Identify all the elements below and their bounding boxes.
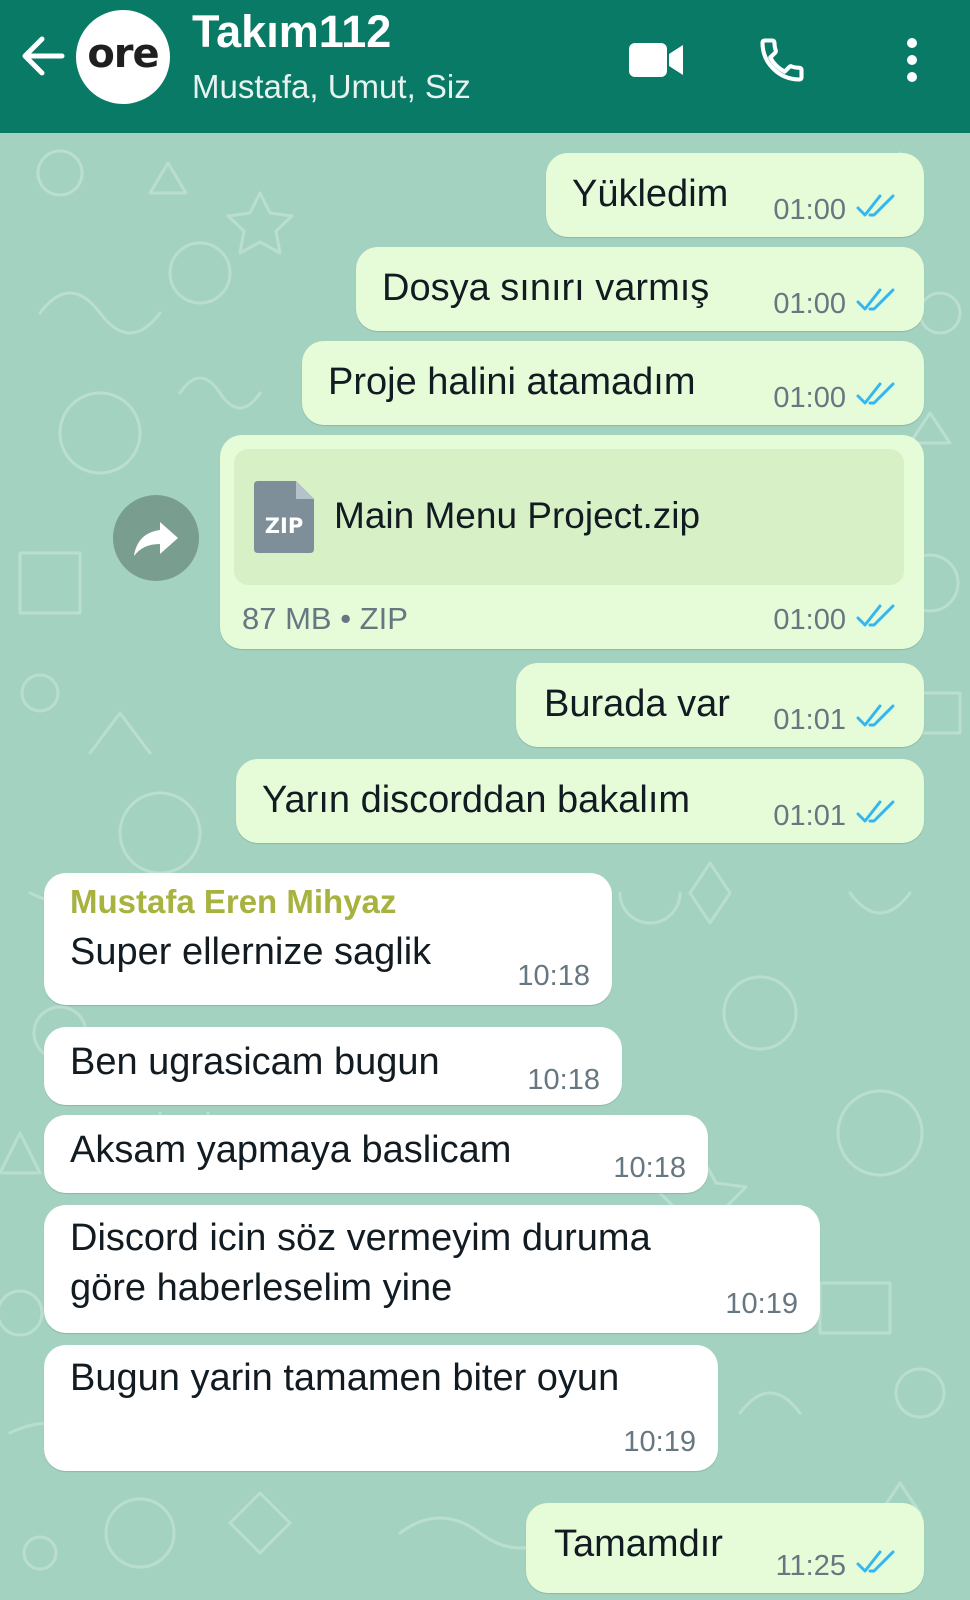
message-meta: 01:00 bbox=[773, 603, 900, 637]
message-text: Ben ugrasicam bugun bbox=[70, 1041, 440, 1083]
file-message-bubble[interactable]: ZIP Main Menu Project.zip 87 MB • ZIP 01… bbox=[220, 435, 924, 649]
message-text: Super ellernize saglik bbox=[70, 931, 432, 973]
message-meta: 10:19 bbox=[623, 1426, 696, 1459]
message-text-line1: Discord icin söz vermeyim duruma bbox=[70, 1217, 651, 1259]
message-time: 01:00 bbox=[773, 603, 846, 636]
forward-button[interactable] bbox=[113, 495, 199, 581]
message-meta: 01:01 bbox=[773, 799, 900, 833]
message-time: 10:18 bbox=[517, 960, 590, 992]
message-time: 01:01 bbox=[773, 703, 846, 736]
message-time: 01:00 bbox=[773, 193, 846, 226]
message-time: 01:01 bbox=[773, 799, 846, 832]
message-meta: 11:25 bbox=[776, 1549, 900, 1583]
voice-call-button[interactable] bbox=[750, 28, 814, 92]
incoming-message-bubble[interactable]: Discord icin söz vermeyim duruma göre ha… bbox=[44, 1205, 820, 1333]
zip-file-badge: ZIP bbox=[265, 514, 303, 538]
read-receipt-icon bbox=[856, 703, 900, 737]
chat-message-list[interactable]: Yükledim 01:00 Dosya sınırı varmış 01:00… bbox=[0, 133, 970, 1600]
zip-file-icon: ZIP bbox=[254, 481, 314, 553]
more-options-icon bbox=[907, 38, 917, 82]
message-text: Aksam yapmaya baslicam bbox=[70, 1129, 512, 1171]
incoming-message-bubble[interactable]: Bugun yarin tamamen biter oyun 10:19 bbox=[44, 1345, 718, 1471]
message-text-line2: göre haberleselim yine bbox=[70, 1267, 453, 1309]
message-meta: 01:01 bbox=[773, 703, 900, 737]
outgoing-message-bubble[interactable]: Proje halini atamadım 01:00 bbox=[302, 341, 924, 425]
outgoing-message-bubble[interactable]: Yarın discorddan bakalım 01:01 bbox=[236, 759, 924, 843]
forward-share-icon bbox=[134, 522, 178, 556]
back-arrow-icon bbox=[22, 36, 65, 76]
message-time: 10:18 bbox=[527, 1064, 600, 1096]
message-text: Yükledim bbox=[572, 173, 729, 215]
read-receipt-icon bbox=[856, 603, 900, 637]
message-time: 01:00 bbox=[773, 381, 846, 414]
message-time: 10:18 bbox=[613, 1152, 686, 1184]
sender-name[interactable]: Mustafa Eren Mihyaz bbox=[70, 883, 396, 921]
message-time: 10:19 bbox=[725, 1288, 798, 1320]
read-receipt-icon bbox=[856, 381, 900, 415]
message-text: Bugun yarin tamamen biter oyun bbox=[70, 1357, 620, 1399]
incoming-message-bubble[interactable]: Aksam yapmaya baslicam 10:18 bbox=[44, 1115, 708, 1193]
back-button[interactable] bbox=[16, 30, 68, 82]
message-meta: 10:18 bbox=[613, 1152, 686, 1185]
message-text: Burada var bbox=[544, 683, 730, 725]
message-meta: 10:19 bbox=[725, 1288, 798, 1321]
outgoing-message-bubble[interactable]: Yükledim 01:00 bbox=[546, 153, 924, 237]
message-time: 01:00 bbox=[773, 287, 846, 320]
message-text: Proje halini atamadım bbox=[328, 361, 696, 403]
read-receipt-icon bbox=[856, 287, 900, 321]
incoming-message-bubble[interactable]: Ben ugrasicam bugun 10:18 bbox=[44, 1027, 622, 1105]
file-size-type: 87 MB • ZIP bbox=[242, 601, 408, 636]
video-call-button[interactable] bbox=[624, 28, 688, 92]
incoming-message-bubble[interactable]: Mustafa Eren Mihyaz Super ellernize sagl… bbox=[44, 873, 612, 1005]
group-avatar[interactable]: ore bbox=[76, 10, 170, 104]
outgoing-message-bubble[interactable]: Tamamdır 11:25 bbox=[526, 1503, 924, 1593]
chat-header: ore Takım112 Mustafa, Umut, Siz bbox=[0, 0, 970, 133]
message-meta: 01:00 bbox=[773, 381, 900, 415]
outgoing-message-bubble[interactable]: Burada var 01:01 bbox=[516, 663, 924, 747]
file-name: Main Menu Project.zip bbox=[334, 495, 701, 536]
avatar-logo-text: ore bbox=[87, 31, 159, 77]
more-options-button[interactable] bbox=[880, 28, 944, 92]
message-time: 11:25 bbox=[775, 1549, 846, 1582]
chat-participants[interactable]: Mustafa, Umut, Siz bbox=[192, 68, 471, 106]
message-meta: 10:18 bbox=[527, 1064, 600, 1097]
video-call-icon bbox=[629, 43, 683, 77]
message-meta: 01:00 bbox=[773, 287, 900, 321]
message-meta: 01:00 bbox=[773, 193, 900, 227]
read-receipt-icon bbox=[856, 193, 900, 227]
message-meta: 10:18 bbox=[517, 960, 590, 993]
message-text: Dosya sınırı varmış bbox=[382, 267, 710, 309]
outgoing-message-bubble[interactable]: Dosya sınırı varmış 01:00 bbox=[356, 247, 924, 331]
voice-call-icon bbox=[760, 38, 804, 82]
chat-title[interactable]: Takım112 bbox=[192, 6, 391, 58]
read-receipt-icon bbox=[856, 799, 900, 833]
file-attachment-card[interactable]: ZIP Main Menu Project.zip bbox=[234, 449, 904, 585]
message-text: Yarın discorddan bakalım bbox=[262, 779, 691, 821]
message-time: 10:19 bbox=[623, 1426, 696, 1458]
read-receipt-icon bbox=[856, 1549, 900, 1583]
message-text: Tamamdır bbox=[554, 1523, 723, 1565]
